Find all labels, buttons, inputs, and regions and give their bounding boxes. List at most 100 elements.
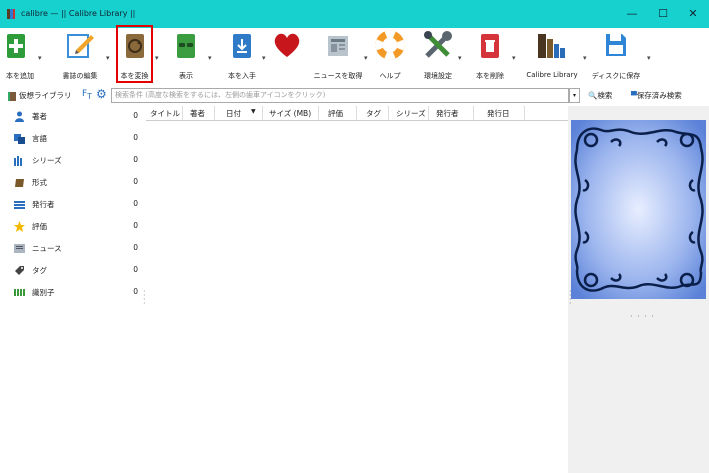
column-divider (182, 106, 183, 120)
library-dropdown-icon[interactable]: ▾ (583, 54, 587, 62)
sidebar-item-label: ニュース (32, 244, 62, 253)
virtual-library-button[interactable]: 仮想ライブラリ (8, 90, 72, 101)
saved-searches-label: 保存済み検索 (636, 91, 682, 100)
edit-metadata-dropdown-icon[interactable]: ▾ (106, 54, 110, 62)
virtual-library-label: 仮想ライブラリ (19, 91, 72, 100)
search-history-dropdown[interactable]: ▾ (569, 88, 580, 103)
column-divider (388, 106, 389, 120)
get-books-label: 本を入手 (228, 72, 256, 80)
gear-icon[interactable]: ⚙ (96, 87, 107, 101)
book-list-table: タイトル 著者 日付 ▼ サイズ (MB) 評価 タグ シリーズ 発行者 発行日 (146, 106, 568, 473)
sidebar-item-formats[interactable]: 形式 0 (10, 176, 138, 190)
view-button[interactable]: ▾ 表示 (170, 30, 212, 84)
tag-icon (15, 266, 24, 275)
details-splitter-handle[interactable]: · · · · (630, 312, 655, 321)
column-header-rating[interactable]: 評価 (328, 108, 343, 119)
person-icon (15, 111, 24, 122)
remove-books-dropdown-icon[interactable]: ▾ (512, 54, 516, 62)
sidebar-item-label: タグ (32, 266, 47, 275)
format-icon (15, 179, 24, 187)
save-disk-icon (606, 34, 626, 56)
sidebar-item-tags[interactable]: タグ 0 (10, 264, 138, 278)
search-button[interactable]: 🔍検索 (588, 90, 612, 101)
convert-books-dropdown-icon[interactable]: ▾ (155, 54, 159, 62)
minimize-button[interactable]: — (617, 4, 647, 24)
sidebar-item-languages[interactable]: 言語 0 (10, 132, 138, 146)
language-icon (14, 134, 25, 144)
sidebar-item-authors[interactable]: 著者 0 (10, 110, 138, 124)
preferences-button[interactable]: ▾ 環境設定 (416, 30, 462, 84)
column-header-series[interactable]: シリーズ (396, 108, 426, 119)
get-books-dropdown-icon[interactable]: ▾ (262, 54, 266, 62)
sidebar-item-publishers[interactable]: 発行者 0 (10, 198, 138, 212)
sidebar-item-count: 0 (133, 133, 138, 142)
sidebar-item-count: 0 (133, 155, 138, 164)
column-header-authors[interactable]: 著者 (190, 108, 205, 119)
news-icon (328, 36, 348, 56)
add-books-button[interactable]: ▾ 本を追加 (2, 30, 42, 84)
preferences-dropdown-icon[interactable]: ▾ (458, 54, 462, 62)
tools-icon (424, 31, 452, 58)
news-icon (14, 244, 25, 253)
sidebar-item-news[interactable]: ニュース 0 (10, 242, 138, 256)
save-to-disk-label: ディスクに保存 (591, 72, 641, 80)
sidebar-item-count: 0 (133, 199, 138, 208)
identifier-icon (14, 289, 25, 296)
sidebar-item-label: 言語 (32, 134, 47, 143)
calibre-app-icon (7, 9, 15, 19)
column-divider (428, 106, 429, 120)
sidebar-item-identifiers[interactable]: 識別子 0 (10, 286, 138, 300)
sidebar-item-rating[interactable]: 評価 0 (10, 220, 138, 234)
series-icon (14, 156, 22, 166)
title-bar: calibre — || Calibre Library || — ☐ ✕ (0, 0, 709, 28)
column-divider (356, 106, 357, 120)
column-header-title[interactable]: タイトル (150, 108, 180, 119)
library-button[interactable]: ▾ Calibre Library (520, 30, 587, 84)
lifebuoy-icon (375, 30, 405, 60)
search-bar-row: 仮想ライブラリ FT ⚙ 検索条件 (高度な検索をするには、左側の歯車アイコンを… (0, 86, 709, 106)
search-input[interactable]: 検索条件 (高度な検索をするには、左側の歯車アイコンをクリック) (111, 88, 569, 103)
column-header-size[interactable]: サイズ (MB) (269, 108, 311, 119)
remove-books-button[interactable]: ▾ 本を削除 (470, 30, 516, 84)
default-cover-image (571, 120, 706, 299)
fetch-news-label: ニュースを取得 (313, 72, 363, 80)
save-to-disk-dropdown-icon[interactable]: ▾ (647, 54, 651, 62)
edit-metadata-button[interactable]: ▾ 書誌の編集 (54, 30, 110, 84)
close-button[interactable]: ✕ (678, 4, 708, 24)
search-field-icon[interactable]: FT (82, 89, 92, 101)
add-books-dropdown-icon[interactable]: ▾ (38, 54, 42, 62)
column-divider (262, 106, 263, 120)
sidebar-item-label: 評価 (32, 222, 47, 231)
column-header-publisher[interactable]: 発行者 (436, 108, 459, 119)
view-dropdown-icon[interactable]: ▾ (208, 54, 212, 62)
donate-button[interactable] (270, 30, 304, 84)
help-button[interactable]: ヘルプ (370, 30, 410, 84)
sidebar-item-count: 0 (133, 177, 138, 186)
table-body[interactable] (146, 121, 568, 473)
add-book-icon (7, 34, 25, 58)
sidebar-item-count: 0 (133, 243, 138, 252)
column-header-tags[interactable]: タグ (366, 108, 381, 119)
column-header-date[interactable]: 日付 (226, 108, 241, 119)
library-icon (538, 34, 565, 58)
library-label: Calibre Library (526, 71, 578, 79)
heart-icon (274, 33, 300, 57)
view-label: 表示 (179, 72, 193, 80)
fetch-news-dropdown-icon[interactable]: ▾ (364, 54, 368, 62)
edit-metadata-icon (67, 34, 94, 58)
column-header-pubdate[interactable]: 発行日 (487, 108, 510, 119)
window-title: calibre — || Calibre Library || (21, 9, 136, 18)
sidebar-item-label: 形式 (32, 178, 47, 187)
maximize-button[interactable]: ☐ (648, 4, 678, 24)
sidebar-item-count: 0 (133, 287, 138, 296)
remove-books-label: 本を削除 (476, 72, 504, 80)
sidebar-item-series[interactable]: シリーズ 0 (10, 154, 138, 168)
search-button-label: 検索 (597, 91, 613, 100)
edit-metadata-label: 書誌の編集 (62, 72, 98, 80)
virtual-library-icon (8, 91, 16, 101)
saved-searches-button[interactable]: ▀保存済み検索 (631, 90, 682, 101)
get-books-button[interactable]: ▾ 本を入手 (222, 30, 266, 84)
sidebar-item-label: 識別子 (32, 288, 55, 297)
save-to-disk-button[interactable]: ▾ ディスクに保存 (590, 30, 651, 84)
fetch-news-button[interactable]: ▾ ニュースを取得 (312, 30, 368, 84)
